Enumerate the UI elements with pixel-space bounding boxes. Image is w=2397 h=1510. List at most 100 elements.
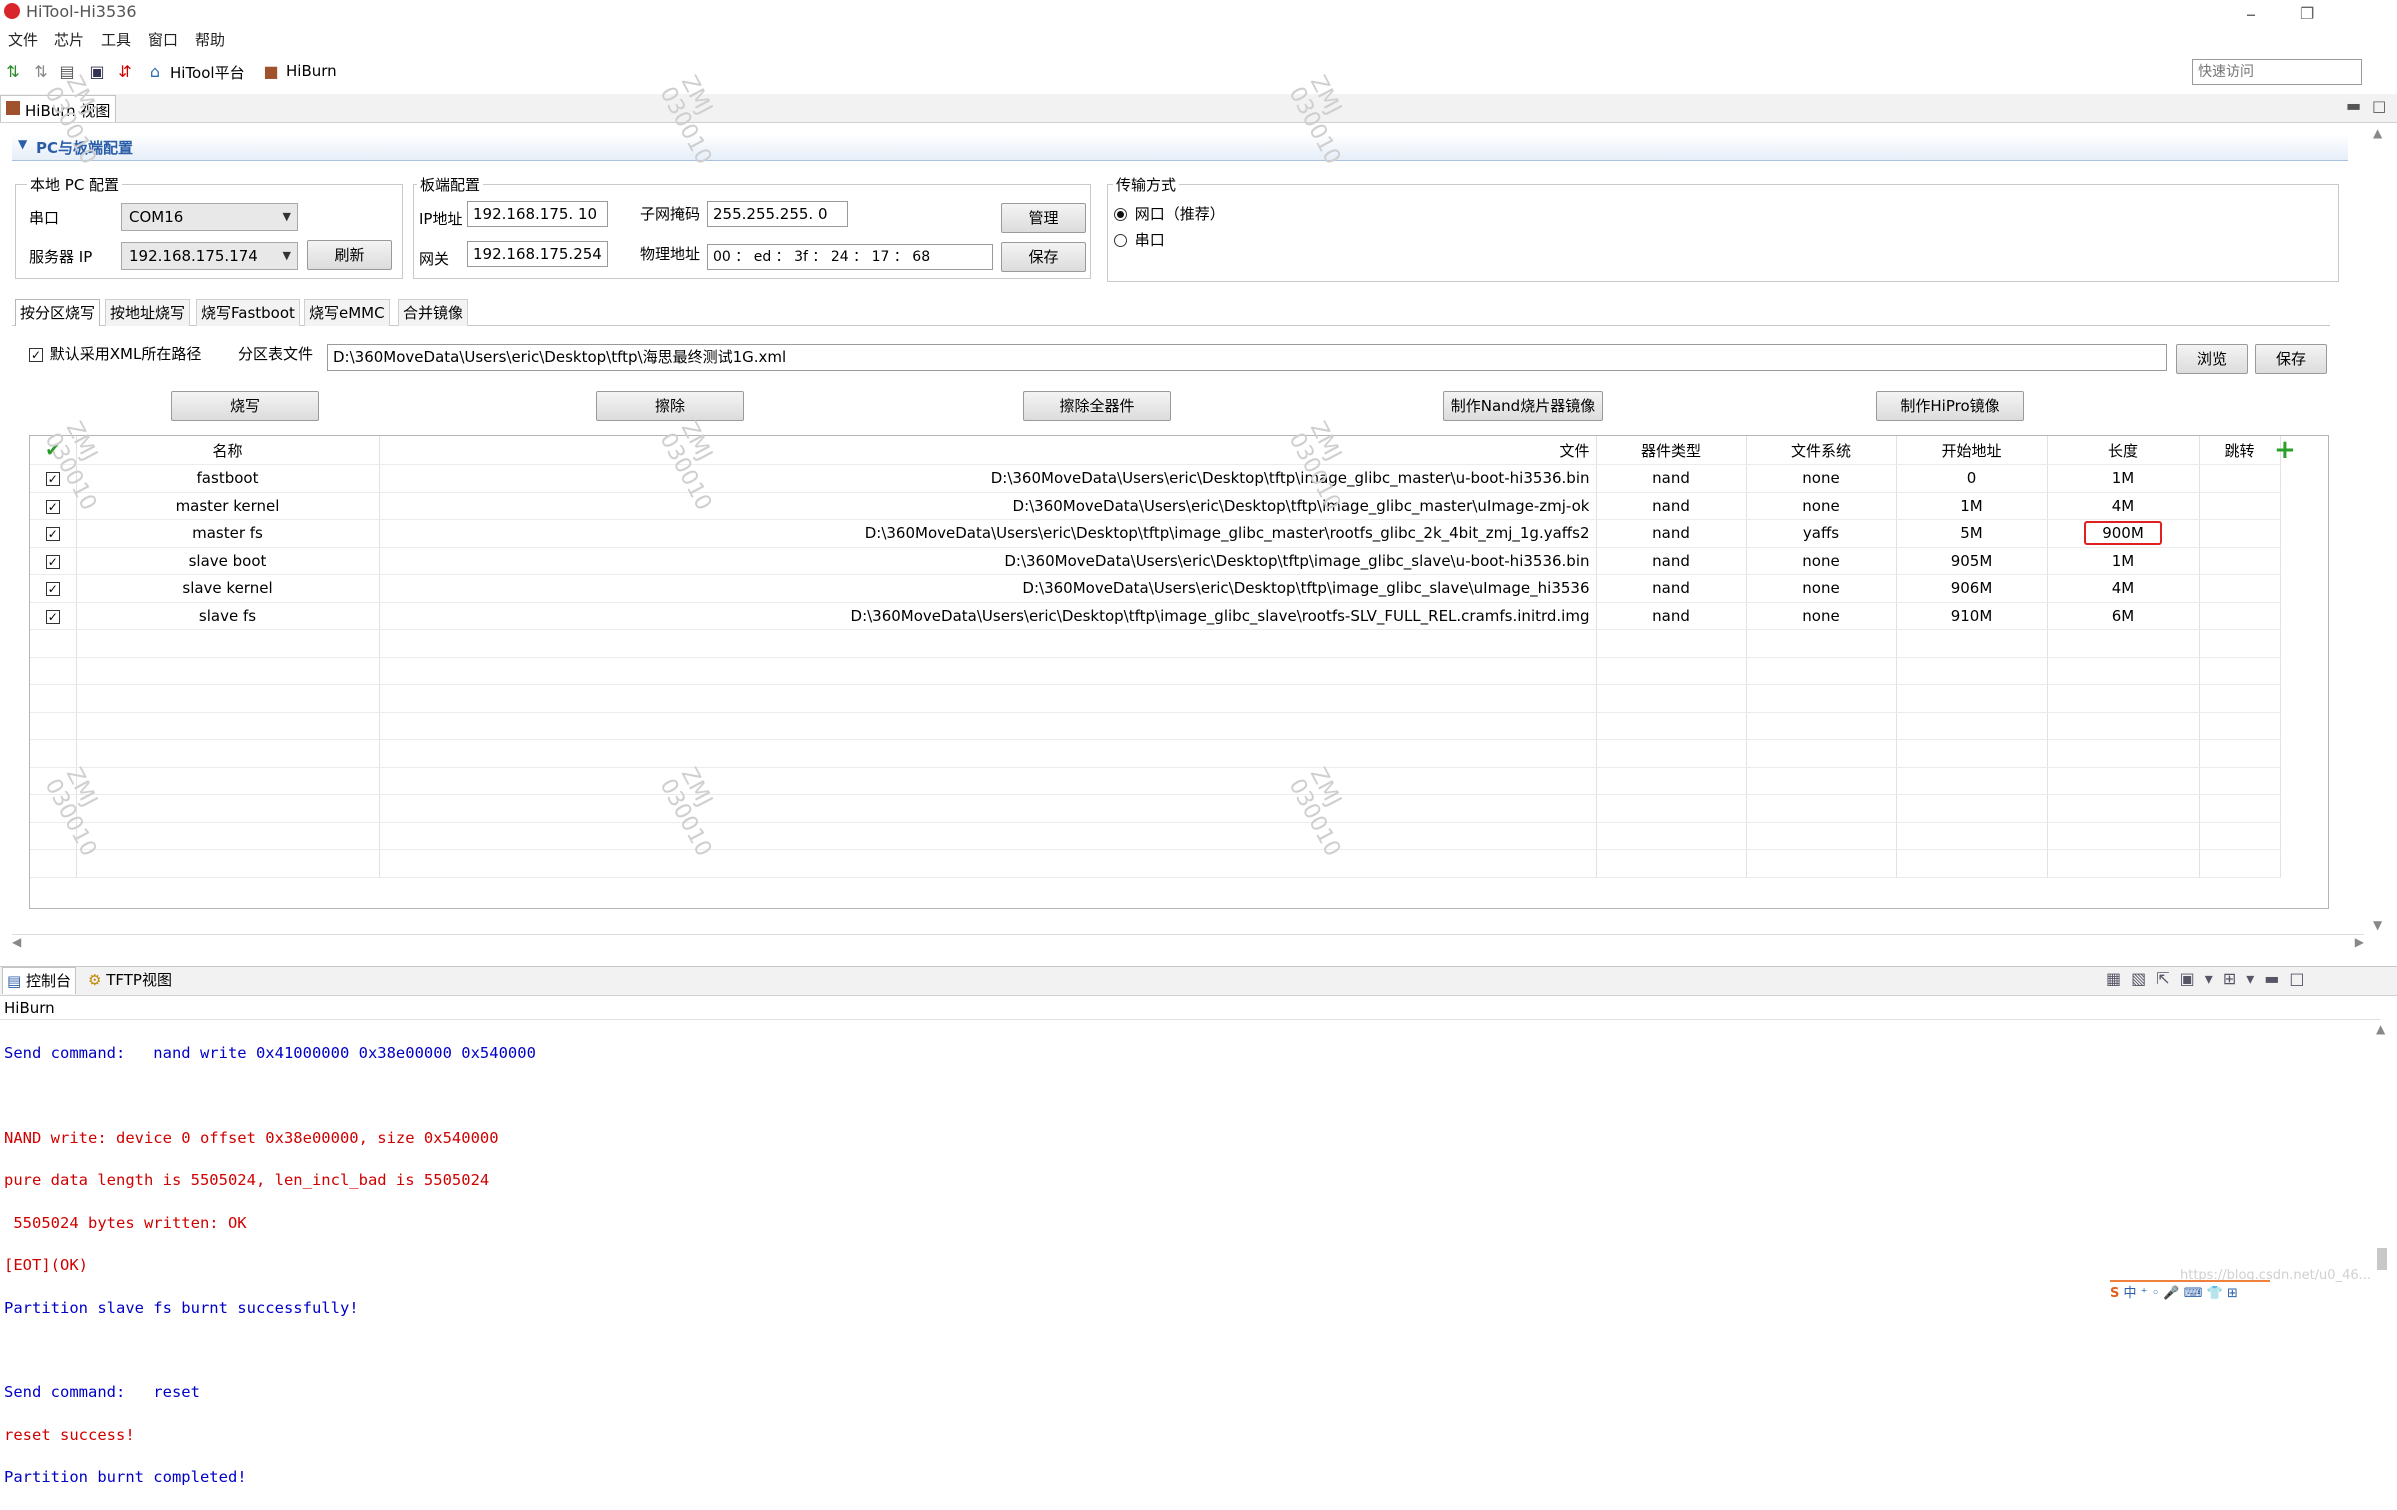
partition-file[interactable]: D:\360MoveData\Users\eric\Desktop\tftp\i… bbox=[379, 574, 1597, 603]
row-checkbox[interactable]: ✓ bbox=[45, 499, 60, 514]
menu-window[interactable]: 窗口 bbox=[148, 29, 178, 50]
home-icon[interactable]: ⌂ bbox=[146, 63, 164, 81]
use-xml-path-checkbox[interactable]: ✓ 默认采用XML所在路径 bbox=[29, 343, 201, 364]
partition-fs[interactable]: none bbox=[1746, 547, 1897, 575]
partition-fs[interactable]: none bbox=[1746, 464, 1897, 493]
partition-file[interactable]: D:\360MoveData\Users\eric\Desktop\tftp\i… bbox=[379, 519, 1597, 548]
gateway-field[interactable]: 192.168.175.254 bbox=[467, 241, 608, 267]
partition-start[interactable]: 1M bbox=[1896, 492, 2048, 520]
scroll-right-icon[interactable]: ▶ bbox=[2355, 935, 2364, 949]
partition-fs[interactable]: yaffs bbox=[1746, 519, 1897, 548]
tab-burn-emmc[interactable]: 烧写eMMC bbox=[304, 299, 390, 326]
table-row[interactable]: ✓ slave kernel D:\360MoveData\Users\eric… bbox=[30, 574, 2281, 603]
scroll-down-icon[interactable]: ▼ bbox=[2373, 918, 2382, 932]
quick-access-input[interactable] bbox=[2192, 59, 2362, 85]
manage-button[interactable]: 管理 bbox=[1001, 203, 1086, 233]
partition-length-highlighted[interactable]: 900M bbox=[2047, 519, 2200, 548]
partition-device[interactable]: nand bbox=[1596, 547, 1747, 575]
clear-console-icon[interactable]: ▦ bbox=[2106, 969, 2131, 988]
partition-save-button[interactable]: 保存 bbox=[2255, 344, 2327, 374]
partition-length[interactable]: 1M bbox=[2047, 547, 2200, 575]
partition-file-field[interactable]: D:\360MoveData\Users\eric\Desktop\tftp\海… bbox=[327, 344, 2167, 371]
refresh-button[interactable]: 刷新 bbox=[307, 240, 392, 270]
partition-length[interactable]: 4M bbox=[2047, 574, 2200, 603]
board-save-button[interactable]: 保存 bbox=[1001, 242, 1086, 272]
scroll-lock-icon[interactable]: ▧ bbox=[2131, 969, 2156, 988]
subnet-mask-field[interactable]: 255.255.255. 0 bbox=[707, 201, 848, 227]
partition-device[interactable]: nand bbox=[1596, 519, 1747, 548]
partition-length[interactable]: 6M bbox=[2047, 602, 2200, 630]
row-checkbox[interactable]: ✓ bbox=[45, 527, 60, 542]
partition-file[interactable]: D:\360MoveData\Users\eric\Desktop\tftp\i… bbox=[379, 492, 1597, 520]
restore-button[interactable]: ❐ bbox=[2300, 4, 2314, 23]
serial-port-select[interactable]: COM16 ▼ bbox=[121, 203, 298, 231]
scroll-left-icon[interactable]: ◀ bbox=[12, 935, 21, 949]
console-minimize-icon[interactable]: ▬ bbox=[2264, 969, 2289, 988]
tab-burn-by-partition[interactable]: 按分区烧写 bbox=[15, 299, 101, 326]
console-maximize-icon[interactable]: □ bbox=[2289, 969, 2314, 988]
mac-address-field[interactable]: 00 ： ed ： 3f ： 24 ： 17 ： 68 bbox=[707, 244, 993, 270]
add-partition-icon[interactable]: + bbox=[2274, 437, 2296, 463]
horizontal-scrollbar[interactable]: ◀ ▶ bbox=[12, 934, 2364, 949]
tab-console[interactable]: ▤ 控制台 bbox=[2, 967, 76, 994]
hitool-platform-button[interactable]: HiTool平台 bbox=[170, 62, 245, 83]
pin-console-icon[interactable]: ⇱ bbox=[2156, 969, 2179, 988]
disconnect-icon[interactable]: ⇅ bbox=[32, 63, 50, 81]
partition-start[interactable]: 905M bbox=[1896, 547, 2048, 575]
partition-start[interactable]: 906M bbox=[1896, 574, 2048, 603]
row-checkbox[interactable]: ✓ bbox=[45, 609, 60, 624]
row-checkbox[interactable]: ✓ bbox=[45, 554, 60, 569]
hiburn-button[interactable]: HiBurn bbox=[286, 62, 337, 80]
hiburn-icon[interactable]: ■ bbox=[262, 63, 280, 81]
server-ip-select[interactable]: 192.168.175.174 ▼ bbox=[121, 242, 298, 270]
connect-icon[interactable]: ⇅ bbox=[4, 63, 22, 81]
tab-merge-image[interactable]: 合并镜像 bbox=[398, 299, 469, 326]
partition-start[interactable]: 0 bbox=[1896, 464, 2048, 493]
tab-burn-fastboot[interactable]: 烧写Fastboot bbox=[196, 299, 300, 326]
table-row[interactable]: ✓ master kernel D:\360MoveData\Users\eri… bbox=[30, 492, 2281, 520]
network-radio[interactable]: 网口（推荐） bbox=[1114, 203, 1225, 224]
erase-all-button[interactable]: 擦除全器件 bbox=[1023, 391, 1171, 421]
transfer-icon[interactable]: ⇵ bbox=[116, 63, 134, 81]
scroll-thumb[interactable] bbox=[2377, 1248, 2387, 1270]
tab-tftp[interactable]: ⚙ TFTP视图 bbox=[84, 967, 176, 994]
row-checkbox[interactable]: ✓ bbox=[45, 582, 60, 597]
menu-file[interactable]: 文件 bbox=[8, 29, 38, 50]
view-minimize-icon[interactable]: ▬ bbox=[2346, 96, 2361, 115]
scroll-up-icon[interactable]: ▲ bbox=[2373, 126, 2382, 140]
partition-length[interactable]: 1M bbox=[2047, 464, 2200, 493]
browse-button[interactable]: 浏览 bbox=[2176, 344, 2248, 374]
table-row[interactable]: ✓ slave fs D:\360MoveData\Users\eric\Des… bbox=[30, 602, 2281, 630]
serial-radio[interactable]: 串口 bbox=[1114, 229, 1165, 250]
table-row[interactable]: ✓ master fs D:\360MoveData\Users\eric\De… bbox=[30, 519, 2281, 548]
partition-device[interactable]: nand bbox=[1596, 492, 1747, 520]
partition-file[interactable]: D:\360MoveData\Users\eric\Desktop\tftp\i… bbox=[379, 464, 1597, 493]
section-header[interactable]: ▼ PC与板端配置 bbox=[12, 134, 2348, 161]
burn-button[interactable]: 烧写 bbox=[171, 391, 319, 421]
menu-help[interactable]: 帮助 bbox=[195, 29, 225, 50]
terminal-icon[interactable]: ▣ bbox=[88, 63, 106, 81]
partition-file[interactable]: D:\360MoveData\Users\eric\Desktop\tftp\i… bbox=[379, 547, 1597, 575]
partition-device[interactable]: nand bbox=[1596, 464, 1747, 493]
partition-device[interactable]: nand bbox=[1596, 574, 1747, 603]
partition-fs[interactable]: none bbox=[1746, 602, 1897, 630]
partition-fs[interactable]: none bbox=[1746, 492, 1897, 520]
vertical-scrollbar[interactable]: ▲ ▼ bbox=[2371, 126, 2387, 932]
partition-start[interactable]: 5M bbox=[1896, 519, 2048, 548]
table-row[interactable]: ✓ slave boot D:\360MoveData\Users\eric\D… bbox=[30, 547, 2281, 575]
partition-length[interactable]: 4M bbox=[2047, 492, 2200, 520]
menu-chip[interactable]: 芯片 bbox=[54, 29, 84, 50]
open-console-icon[interactable]: ⊞▾ bbox=[2223, 969, 2264, 988]
console-scrollbar[interactable]: ▲ bbox=[2374, 1022, 2390, 1278]
board-ip-field[interactable]: 192.168.175. 10 bbox=[467, 201, 608, 227]
view-maximize-icon[interactable]: □ bbox=[2372, 97, 2386, 115]
partition-fs[interactable]: none bbox=[1746, 574, 1897, 603]
make-nand-image-button[interactable]: 制作Nand烧片器镜像 bbox=[1443, 391, 1603, 421]
erase-button[interactable]: 擦除 bbox=[596, 391, 744, 421]
make-hipro-image-button[interactable]: 制作HiPro镜像 bbox=[1876, 391, 2024, 421]
table-row[interactable]: ✓ fastboot D:\360MoveData\Users\eric\Des… bbox=[30, 464, 2281, 493]
partition-device[interactable]: nand bbox=[1596, 602, 1747, 630]
menu-tools[interactable]: 工具 bbox=[101, 29, 131, 50]
partition-start[interactable]: 910M bbox=[1896, 602, 2048, 630]
display-console-icon[interactable]: ▣▾ bbox=[2180, 969, 2223, 988]
